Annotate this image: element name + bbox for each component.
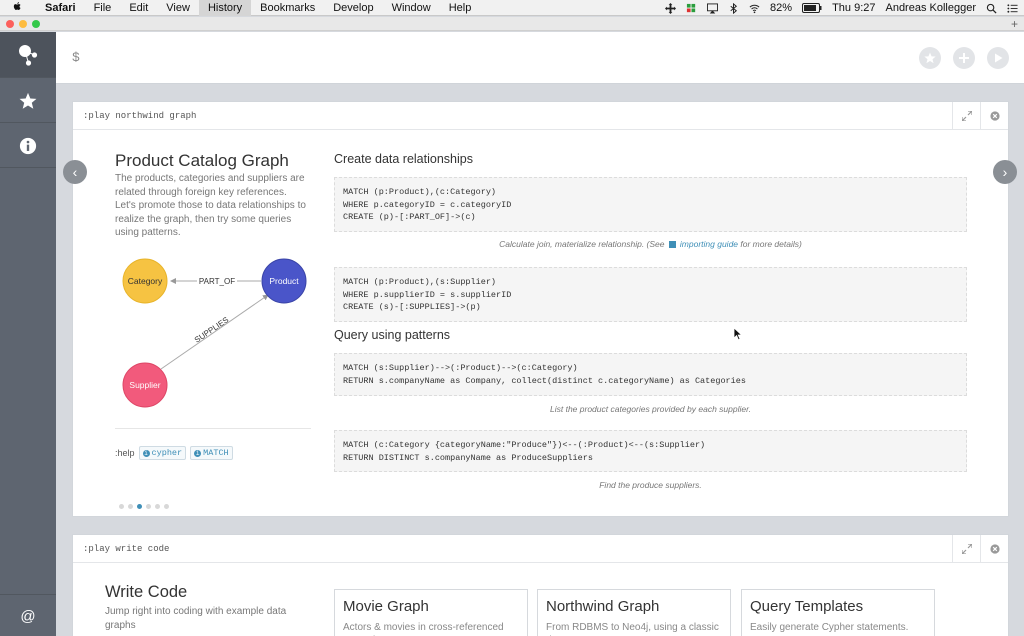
- caption-join: Calculate join, materialize relationship…: [499, 239, 802, 249]
- close-icon[interactable]: [980, 102, 1008, 130]
- menu-bookmarks[interactable]: Bookmarks: [251, 0, 324, 16]
- notification-center-icon[interactable]: [1007, 3, 1018, 14]
- part-of-label: PART_OF: [199, 277, 235, 286]
- pager-dot-current[interactable]: [137, 504, 142, 509]
- menubar-user[interactable]: Andreas Kollegger: [885, 2, 976, 14]
- card-title: Movie Graph: [343, 598, 429, 615]
- frame-command[interactable]: :play write code: [83, 544, 169, 554]
- menu-file[interactable]: File: [85, 0, 121, 16]
- window-titlebar: +: [0, 17, 1024, 31]
- apple-menu-icon[interactable]: [12, 1, 26, 15]
- category-node-label: Category: [128, 276, 163, 286]
- menubar-clock[interactable]: Thu 9:27: [832, 2, 875, 14]
- slide-title: Product Catalog Graph: [115, 151, 289, 170]
- plus-icon[interactable]: [953, 47, 975, 69]
- code-block-part-of[interactable]: MATCH (p:Product),(c:Category) WHERE p.c…: [334, 177, 967, 232]
- product-node-label: Product: [269, 276, 299, 286]
- window-zoom-button[interactable]: [32, 20, 40, 28]
- favorite-star-icon[interactable]: [919, 47, 941, 69]
- help-cypher-chip[interactable]: i cypher: [138, 446, 187, 460]
- mouse-cursor-icon: [733, 327, 743, 341]
- menu-window[interactable]: Window: [383, 0, 440, 16]
- code-block-supplies[interactable]: MATCH (p:Product),(s:Supplier) WHERE p.s…: [334, 267, 967, 322]
- code-block-categories[interactable]: MATCH (s:Supplier)-->(:Product)-->(c:Cat…: [334, 353, 967, 396]
- carousel-prev-button[interactable]: ‹: [63, 160, 87, 184]
- window-close-button[interactable]: [6, 20, 14, 28]
- pager-dot[interactable]: [164, 504, 169, 509]
- carousel-pager: [119, 504, 169, 509]
- mac-menubar: Safari File Edit View History Bookmarks …: [0, 0, 1024, 16]
- pager-dot[interactable]: [155, 504, 160, 509]
- menu-edit[interactable]: Edit: [120, 0, 157, 16]
- neo4j-logo-icon[interactable]: [0, 32, 56, 78]
- card-subtitle: Actors & movies in cross-referenced pop …: [343, 622, 504, 636]
- help-divider: [115, 428, 311, 429]
- info-icon: i: [194, 450, 202, 457]
- pager-dot[interactable]: [146, 504, 151, 509]
- help-match-chip[interactable]: i MATCH: [190, 446, 233, 460]
- pager-dot[interactable]: [119, 504, 124, 509]
- frame-header: :play northwind graph: [73, 102, 1008, 130]
- caption-produce: Find the produce suppliers.: [599, 480, 702, 490]
- card-northwind-graph[interactable]: Northwind Graph From RDBMS to Neo4j, usi…: [537, 589, 731, 636]
- menu-help[interactable]: Help: [440, 0, 481, 16]
- airplay-icon[interactable]: [707, 2, 719, 14]
- section-create-relationships: Create data relationships: [334, 152, 473, 166]
- card-subtitle: Easily generate Cypher statements.: [750, 622, 909, 633]
- at-sign-icon[interactable]: @: [0, 594, 56, 636]
- pager-dot[interactable]: [128, 504, 133, 509]
- expand-icon[interactable]: [952, 535, 980, 563]
- window-minimize-button[interactable]: [19, 20, 27, 28]
- battery-percent: 82%: [770, 2, 793, 14]
- slide-intro: The products, categories and suppliers a…: [115, 173, 306, 238]
- star-icon[interactable]: [0, 79, 56, 123]
- move-icon[interactable]: [665, 2, 677, 14]
- importing-guide-link[interactable]: importing guide: [680, 239, 738, 249]
- card-title: Query Templates: [750, 598, 864, 615]
- section-query-patterns: Query using patterns: [334, 328, 451, 342]
- caption-categories: List the product categories provided by …: [550, 404, 751, 414]
- frame-command[interactable]: :play northwind graph: [83, 111, 196, 121]
- wifi-icon[interactable]: [749, 3, 760, 14]
- sidebar: @: [0, 32, 56, 636]
- menu-view[interactable]: View: [157, 0, 199, 16]
- expand-icon[interactable]: [952, 102, 980, 130]
- info-icon[interactable]: [0, 124, 56, 168]
- menubar-status-area: 82% Thu 9:27 Andreas Kollegger: [665, 0, 1018, 16]
- card-query-templates[interactable]: Query Templates Easily generate Cypher s…: [741, 589, 935, 636]
- play-icon[interactable]: [987, 47, 1009, 69]
- card-movie-graph[interactable]: Movie Graph Actors & movies in cross-ref…: [334, 589, 528, 636]
- result-frame-northwind: :play northwind graph Product Catalog Gr…: [72, 101, 1009, 517]
- spotlight-search-icon[interactable]: [986, 3, 997, 14]
- menu-develop[interactable]: Develop: [324, 0, 382, 16]
- write-code-title: Write Code: [105, 583, 188, 601]
- graph-diagram: PART_OF SUPPLIES Category Product Suppli…: [122, 258, 307, 408]
- battery-icon[interactable]: [802, 3, 822, 13]
- help-row: :help i cypher i MATCH: [115, 446, 233, 460]
- write-code-subtitle: Jump right into coding with example data…: [105, 606, 287, 631]
- external-link-icon: [668, 241, 676, 248]
- carousel-next-button[interactable]: ›: [993, 160, 1017, 184]
- activity-monitor-icon[interactable]: [686, 3, 697, 14]
- query-editor-input[interactable]: $: [72, 50, 80, 65]
- card-subtitle: From RDBMS to Neo4j, using a classic dat…: [546, 622, 719, 636]
- supplier-node-label: Supplier: [129, 380, 160, 390]
- frame-header: :play write code: [73, 535, 1008, 563]
- help-label: :help: [115, 448, 135, 458]
- card-title: Northwind Graph: [546, 598, 660, 615]
- result-frame-write-code: :play write code Write Code Jump right i…: [72, 534, 1009, 636]
- code-block-produce[interactable]: MATCH (c:Category {categoryName:"Produce…: [334, 430, 967, 472]
- menu-history[interactable]: History: [198, 0, 252, 16]
- new-tab-icon[interactable]: +: [1011, 17, 1018, 31]
- close-icon[interactable]: [980, 535, 1008, 563]
- query-editor-bar: $: [56, 32, 1024, 84]
- menu-app-name[interactable]: Safari: [36, 0, 85, 16]
- bluetooth-icon[interactable]: [728, 2, 739, 14]
- supplies-label: SUPPLIES: [193, 315, 230, 344]
- info-icon: i: [142, 450, 150, 457]
